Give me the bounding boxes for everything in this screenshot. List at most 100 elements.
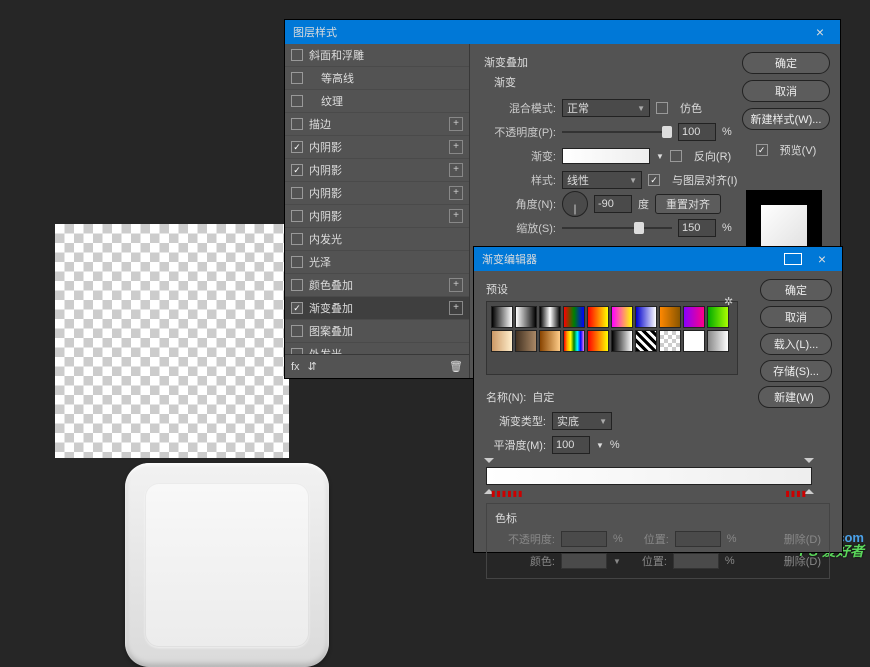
gradient-bar[interactable]: ▮▮▮▮▮▮ ▮▮▮▮ [486, 467, 812, 485]
effect-checkbox[interactable] [291, 187, 303, 199]
effect-row[interactable]: 描边+ [285, 113, 469, 136]
save-button[interactable]: 存储(S)... [760, 360, 832, 382]
type-dropdown[interactable]: 实底▼ [552, 412, 612, 430]
name-value[interactable]: 自定 [532, 389, 752, 405]
effect-checkbox[interactable] [291, 164, 303, 176]
effect-row[interactable]: 内阴影+ [285, 159, 469, 182]
close-icon[interactable]: × [810, 251, 834, 267]
effect-checkbox[interactable] [291, 95, 303, 107]
gradient-preset[interactable] [635, 330, 657, 352]
gradient-preset[interactable] [635, 306, 657, 328]
add-effect-icon[interactable]: + [449, 278, 463, 292]
effect-checkbox[interactable] [291, 233, 303, 245]
gradient-preset[interactable] [587, 306, 609, 328]
effects-footer: fx ⇵ 🗑 [285, 354, 469, 378]
chevron-down-icon: ▼ [637, 104, 645, 113]
smooth-input[interactable]: 100 [552, 436, 590, 454]
opacity-input[interactable]: 100 [678, 123, 716, 141]
gradient-preset[interactable] [515, 306, 537, 328]
effect-row[interactable]: 纹理 [285, 90, 469, 113]
effect-checkbox[interactable] [291, 325, 303, 337]
gradient-preset[interactable] [707, 306, 729, 328]
blend-mode-dropdown[interactable]: 正常▼ [562, 99, 650, 117]
dither-checkbox[interactable] [656, 102, 668, 114]
effect-row[interactable]: 内阴影+ [285, 182, 469, 205]
add-effect-icon[interactable]: + [449, 163, 463, 177]
blend-mode-label: 混合模式: [484, 100, 556, 116]
stop-pos-input [675, 531, 721, 547]
add-effect-icon[interactable]: + [449, 186, 463, 200]
effect-row[interactable]: 外发光 [285, 343, 469, 354]
align-checkbox[interactable] [648, 174, 660, 186]
effect-checkbox[interactable] [291, 279, 303, 291]
style-dropdown[interactable]: 线性▼ [562, 171, 642, 189]
gradient-preset[interactable] [515, 330, 537, 352]
gradient-preset[interactable] [611, 306, 633, 328]
arrow-up-down-icon[interactable]: ⇵ [308, 360, 317, 373]
gradient-preset[interactable] [611, 330, 633, 352]
gradient-preset[interactable] [683, 306, 705, 328]
add-effect-icon[interactable]: + [449, 140, 463, 154]
effect-checkbox[interactable] [291, 72, 303, 84]
close-icon[interactable]: × [808, 24, 832, 40]
delete-stop-button: 删除(D) [784, 531, 821, 547]
gradient-preset[interactable] [659, 306, 681, 328]
effect-checkbox[interactable] [291, 49, 303, 61]
cancel-button[interactable]: 取消 [760, 306, 832, 328]
angle-dial[interactable] [562, 191, 588, 217]
effect-row[interactable]: 内阴影+ [285, 136, 469, 159]
gear-icon[interactable]: ✲ [724, 295, 733, 308]
effect-checkbox[interactable] [291, 118, 303, 130]
reverse-checkbox[interactable] [670, 150, 682, 162]
effect-row[interactable]: 光泽 [285, 251, 469, 274]
gradient-titlebar[interactable]: 渐变编辑器 × [474, 247, 842, 271]
add-effect-icon[interactable]: + [449, 209, 463, 223]
effect-row[interactable]: 内发光 [285, 228, 469, 251]
ok-button[interactable]: 确定 [742, 52, 830, 74]
effect-checkbox[interactable] [291, 302, 303, 314]
new-style-button[interactable]: 新建样式(W)... [742, 108, 830, 130]
reset-align-button[interactable]: 重置对齐 [655, 194, 721, 214]
effect-checkbox[interactable] [291, 141, 303, 153]
dialog-titlebar[interactable]: 图层样式 × [285, 20, 840, 44]
gradient-preset[interactable] [563, 306, 585, 328]
effect-checkbox[interactable] [291, 210, 303, 222]
maximize-icon[interactable] [784, 253, 802, 265]
gradient-preset[interactable] [539, 330, 561, 352]
gradient-preset[interactable] [587, 330, 609, 352]
add-effect-icon[interactable]: + [449, 301, 463, 315]
opacity-stop-right[interactable] [804, 456, 814, 468]
gradient-preset[interactable] [659, 330, 681, 352]
effect-label: 纹理 [309, 93, 463, 109]
trash-icon[interactable]: 🗑 [449, 360, 463, 373]
gradient-preset[interactable] [491, 306, 513, 328]
chevron-down-icon[interactable]: ▼ [656, 152, 664, 161]
gradient-preset[interactable] [563, 330, 585, 352]
cancel-button[interactable]: 取消 [742, 80, 830, 102]
fx-icon[interactable]: fx [291, 361, 300, 373]
angle-input[interactable]: -90 [594, 195, 632, 213]
gradient-preset[interactable] [707, 330, 729, 352]
effect-row[interactable]: 图案叠加 [285, 320, 469, 343]
gradient-swatch[interactable] [562, 148, 650, 164]
preview-checkbox[interactable] [756, 144, 768, 156]
gradient-label: 渐变: [484, 148, 556, 164]
load-button[interactable]: 载入(L)... [760, 333, 832, 355]
scale-input[interactable]: 150 [678, 219, 716, 237]
effect-row[interactable]: 斜面和浮雕 [285, 44, 469, 67]
effect-row[interactable]: 等高线 [285, 67, 469, 90]
add-effect-icon[interactable]: + [449, 117, 463, 131]
effect-label: 等高线 [309, 70, 463, 86]
ok-button[interactable]: 确定 [760, 279, 832, 301]
gradient-preset[interactable] [491, 330, 513, 352]
gradient-preset[interactable] [683, 330, 705, 352]
opacity-slider[interactable] [562, 125, 672, 139]
effect-row[interactable]: 颜色叠加+ [285, 274, 469, 297]
gradient-preset[interactable] [539, 306, 561, 328]
scale-slider[interactable] [562, 221, 672, 235]
new-button[interactable]: 新建(W) [758, 386, 830, 408]
effect-row[interactable]: 渐变叠加+ [285, 297, 469, 320]
effect-checkbox[interactable] [291, 256, 303, 268]
opacity-stop-left[interactable] [484, 456, 494, 468]
effect-row[interactable]: 内阴影+ [285, 205, 469, 228]
